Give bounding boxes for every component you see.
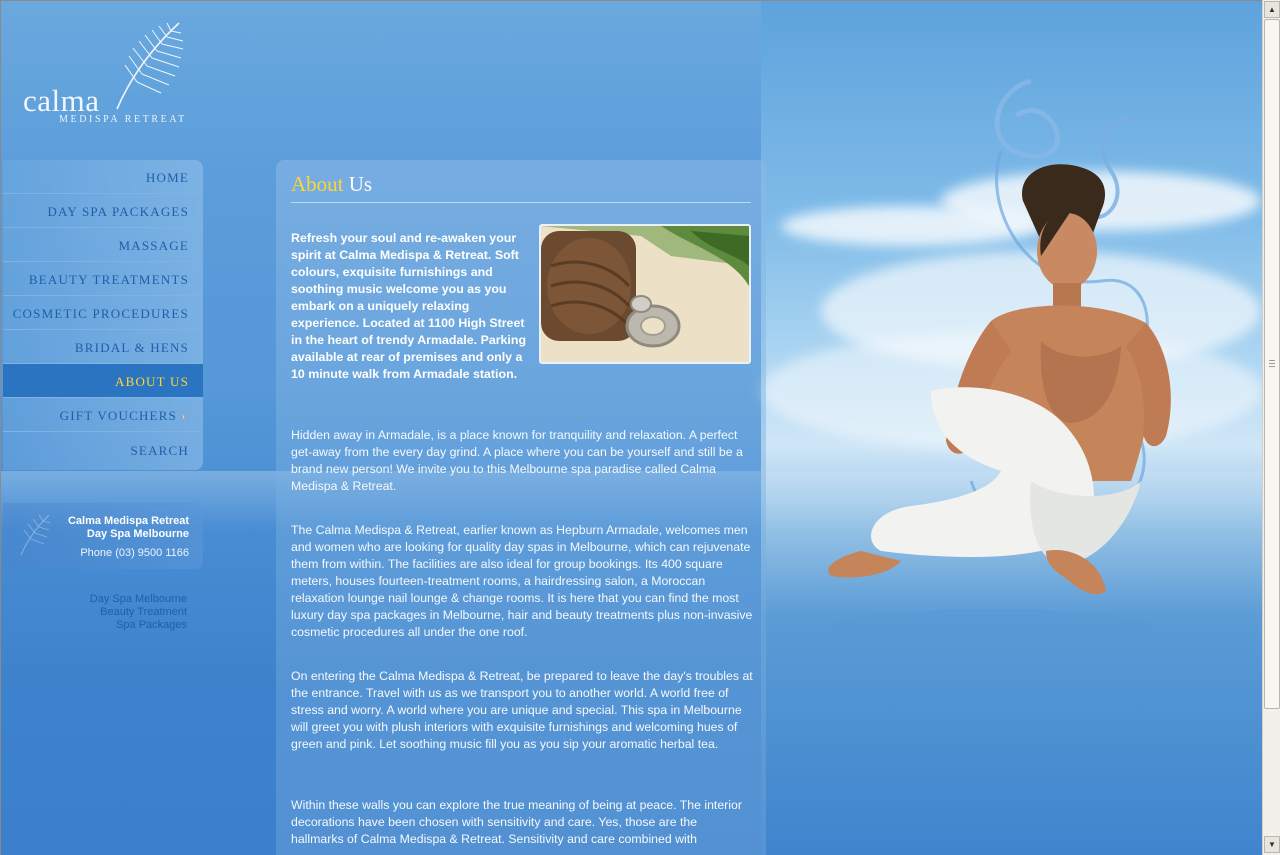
- title-rest: Us: [348, 172, 373, 196]
- nav-gift-vouchers[interactable]: GIFT VOUCHERS ›: [3, 398, 203, 432]
- paragraph-2: The Calma Medispa & Retreat, earlier kno…: [291, 523, 753, 639]
- nav-home[interactable]: HOME: [3, 160, 203, 194]
- scroll-up-button[interactable]: ▲: [1264, 1, 1280, 18]
- content-panel: About Us Refresh your soul and re-awaken…: [276, 160, 766, 855]
- nav-cosmetic-procedures[interactable]: COSMETIC PROCEDURES: [3, 296, 203, 330]
- nav-label: BRIDAL & HENS: [74, 340, 189, 355]
- contact-box: Calma Medispa Retreat Day Spa Melbourne …: [3, 503, 203, 569]
- seo-links: Day Spa Melbourne Beauty Treatment Spa P…: [3, 593, 187, 632]
- spa-towel-image: [539, 224, 751, 364]
- chevron-right-icon: ›: [179, 412, 189, 422]
- nav-bridal-hens[interactable]: BRIDAL & HENS: [3, 330, 203, 364]
- page-title: About Us: [291, 172, 372, 197]
- nav-beauty-treatments[interactable]: BEAUTY TREATMENTS: [3, 262, 203, 296]
- grip-icon: [1269, 360, 1275, 368]
- nav-label: GIFT VOUCHERS: [59, 408, 177, 423]
- yoga-model-image: [821, 78, 1171, 653]
- nav-day-spa-packages[interactable]: DAY SPA PACKAGES: [3, 194, 203, 228]
- palm-leaf-icon: [116, 22, 184, 110]
- towel-ring-illustration: [541, 226, 749, 362]
- nav-label: BEAUTY TREATMENTS: [28, 272, 189, 287]
- page-frame: calma MEDISPA RETREAT HOME DAY SPA PACKA…: [0, 0, 1262, 855]
- link-spa-packages[interactable]: Spa Packages: [3, 619, 187, 632]
- nav-label: HOME: [145, 170, 189, 185]
- nav-search[interactable]: SEARCH: [3, 432, 203, 470]
- calma-logo[interactable]: calma MEDISPA RETREAT: [21, 21, 211, 131]
- nav-label: ABOUT US: [114, 374, 189, 389]
- brand-tagline: MEDISPA RETREAT: [59, 114, 187, 125]
- paragraph-4: Within these walls you can explore the t…: [291, 798, 742, 846]
- title-highlight: About: [291, 172, 344, 196]
- nav-label: MASSAGE: [118, 238, 189, 253]
- nav-label: SEARCH: [130, 443, 189, 458]
- link-day-spa-melbourne[interactable]: Day Spa Melbourne: [3, 593, 187, 606]
- contact-subtitle: Day Spa Melbourne: [86, 528, 189, 540]
- scrollbar-thumb[interactable]: [1264, 19, 1280, 709]
- title-divider: [291, 202, 751, 203]
- paragraph-3: On entering the Calma Medispa & Retreat,…: [291, 669, 753, 751]
- nav-about-us[interactable]: ABOUT US: [3, 364, 203, 398]
- scroll-down-button[interactable]: ▼: [1264, 836, 1280, 853]
- link-beauty-treatment[interactable]: Beauty Treatment: [3, 606, 187, 619]
- nav-label: COSMETIC PROCEDURES: [12, 306, 189, 321]
- vertical-scrollbar[interactable]: ▲ ▼: [1262, 0, 1280, 855]
- contact-phone: Phone (03) 9500 1166: [80, 547, 189, 559]
- nav-label: DAY SPA PACKAGES: [47, 204, 189, 219]
- main-nav: HOME DAY SPA PACKAGES MASSAGE BEAUTY TRE…: [3, 160, 203, 470]
- palm-leaf-icon: [20, 514, 51, 556]
- paragraph-1: Hidden away in Armadale, is a place know…: [291, 428, 743, 493]
- intro-text: Refresh your soul and re-awaken your spi…: [291, 231, 527, 381]
- contact-business-name: Calma Medispa Retreat: [67, 515, 189, 527]
- nav-massage[interactable]: MASSAGE: [3, 228, 203, 262]
